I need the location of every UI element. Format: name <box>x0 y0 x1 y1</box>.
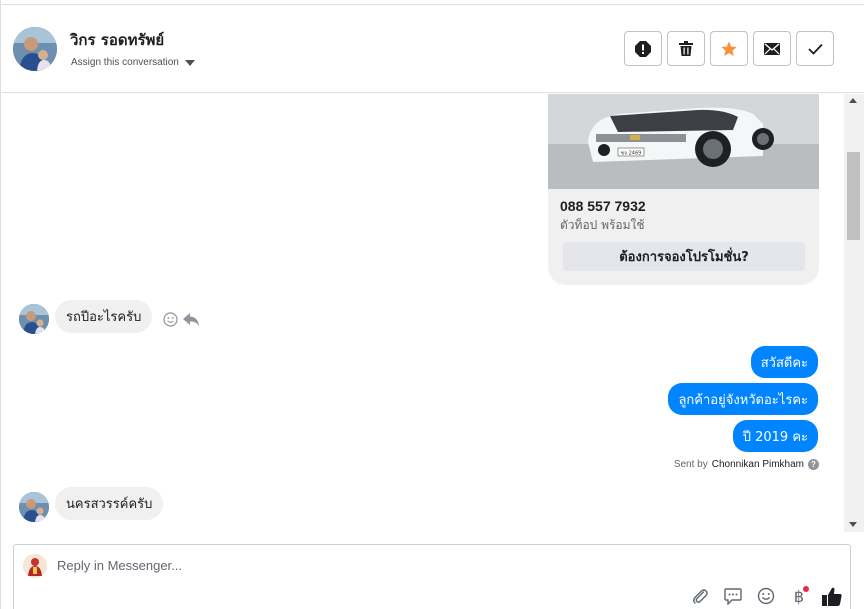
spam-icon <box>635 40 651 57</box>
scroll-up-arrow-icon[interactable] <box>849 98 857 103</box>
reply-input[interactable] <box>57 558 657 573</box>
scroll-down-arrow-icon[interactable] <box>849 522 857 527</box>
attach-button[interactable] <box>690 586 710 606</box>
conversation-panel: วิกร รอดทรัพย์ Assign this conversation <box>0 0 865 609</box>
message-list-scrollbar[interactable] <box>844 94 864 532</box>
mark-spam-button[interactable] <box>624 31 662 66</box>
emoji-icon <box>757 587 775 605</box>
sent-by-name: Chonnikan Pimkham <box>711 459 804 470</box>
send-like-button[interactable] <box>822 586 842 606</box>
incoming-message: รถปีอะไรครับ <box>55 300 153 333</box>
notification-dot <box>803 586 809 592</box>
message-tools <box>163 312 200 327</box>
sent-by-prefix: Sent by <box>673 459 708 470</box>
help-icon[interactable]: ? <box>808 459 819 470</box>
star-icon <box>721 41 737 56</box>
payment-button[interactable]: ฿ <box>789 586 809 606</box>
reply-icon[interactable] <box>183 312 200 327</box>
contact-name: วิกร รอดทรัพย์ <box>70 31 165 49</box>
scroll-thumb[interactable] <box>847 152 860 240</box>
emoji-button[interactable] <box>756 586 776 606</box>
mark-unread-button[interactable] <box>753 31 791 66</box>
composer-tools: ฿ <box>690 586 842 606</box>
incoming-message: นครสวรรค์ครับ <box>55 487 164 520</box>
trash-icon <box>679 41 693 56</box>
sender-avatar <box>19 304 49 334</box>
promotion-card: ชจ 2469 088 557 7932 ตัวท็อป พร้อมใช้ ต้… <box>548 94 819 285</box>
delete-button[interactable] <box>667 31 705 66</box>
message-list[interactable]: ชจ 2469 088 557 7932 ตัวท็อป พร้อมใช้ ต้… <box>2 94 844 532</box>
speech-bubble-icon <box>724 587 742 605</box>
license-plate: ชจ 2469 <box>621 151 642 157</box>
page-avatar <box>23 554 47 578</box>
paperclip-icon <box>693 589 708 604</box>
sent-by-info: Sent by Chonnikan Pimkham ? <box>674 459 819 470</box>
outgoing-message: ลูกค้าอยู่จังหวัดอะไรคะ <box>668 383 818 415</box>
checkmark-icon <box>807 43 823 55</box>
card-subtitle: ตัวท็อป พร้อมใช้ <box>560 218 645 232</box>
reply-composer: ฿ <box>13 544 851 609</box>
contact-avatar[interactable] <box>13 27 57 71</box>
conversation-header: วิกร รอดทรัพย์ Assign this conversation <box>2 4 864 93</box>
outgoing-message: ปี 2019 คะ <box>732 420 818 452</box>
star-button[interactable] <box>710 31 748 66</box>
thumbs-up-icon <box>822 587 842 606</box>
sender-avatar <box>19 492 49 522</box>
smiley-icon[interactable] <box>163 312 178 327</box>
header-actions <box>624 31 834 66</box>
envelope-icon <box>764 42 780 55</box>
assign-label: Assign this conversation <box>71 57 179 68</box>
book-promotion-button[interactable]: ต้องการจองโปรโมชั่น? <box>563 242 805 271</box>
mark-done-button[interactable] <box>796 31 834 66</box>
card-phone: 088 557 7932 <box>560 198 646 214</box>
saved-replies-button[interactable] <box>723 586 743 606</box>
assign-conversation-dropdown[interactable]: Assign this conversation <box>71 57 195 68</box>
outgoing-message: สวัสดีคะ <box>750 346 818 378</box>
car-photo: ชจ 2469 <box>548 94 819 189</box>
caret-down-icon <box>184 59 195 66</box>
